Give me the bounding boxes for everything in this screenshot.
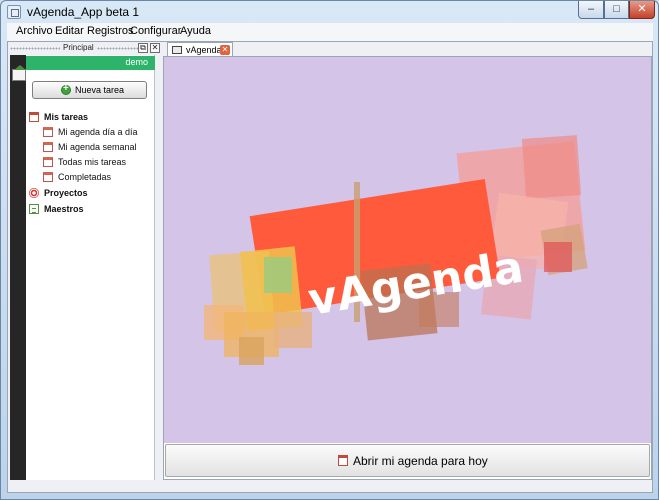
tab-vagenda[interactable]: vAgenda ✕ [167, 42, 233, 57]
calendar-icon [338, 455, 348, 466]
menu-editar[interactable]: Editar [55, 25, 84, 37]
document-icon [29, 204, 39, 214]
new-task-button[interactable]: Nueva tarea [32, 81, 147, 99]
tab-strip: vAgenda ✕ [163, 42, 652, 57]
splash-graphic: vAgenda [204, 135, 588, 365]
menu-registros[interactable]: Registros [87, 25, 133, 37]
tab-label: vAgenda [186, 45, 222, 55]
document-frame: vAgenda Abrir mi agenda para hoy [163, 56, 652, 480]
tree-item-label: Todas mis tareas [58, 157, 127, 167]
splash-canvas: vAgenda [164, 57, 651, 443]
window-title: vAgenda_App beta 1 [27, 5, 140, 19]
user-name: demo [125, 57, 148, 67]
dock-float-icon[interactable]: ⧉ [138, 43, 148, 53]
tree-item-agenda-semanal[interactable]: Mi agenda semanal [43, 141, 153, 155]
dock-close-icon[interactable]: ✕ [150, 43, 160, 53]
app-window: vAgenda_App beta 1 – □ ✕ Archivo Editar … [0, 0, 659, 500]
calendar-icon [43, 172, 53, 182]
open-today-agenda-label: Abrir mi agenda para hoy [353, 454, 488, 468]
menu-ayuda[interactable]: Ayuda [180, 25, 211, 37]
minimize-button[interactable]: – [578, 1, 604, 19]
client-area: Principal ⧉ ✕ demo Nueva tarea Mis tarea… [7, 41, 653, 493]
tree-item-label: Mi agenda semanal [58, 142, 137, 152]
tree-item-label: Completadas [58, 172, 112, 182]
dock-header[interactable]: Principal ⧉ ✕ [10, 43, 160, 54]
navigation-panel: demo Nueva tarea Mis tareas Mi agenda dí… [26, 55, 155, 480]
dock-title: Principal [60, 43, 97, 52]
tree-item-label: Mis tareas [44, 112, 89, 122]
menu-configurar[interactable]: Configurar [130, 25, 181, 37]
new-task-label: Nueva tarea [75, 85, 125, 95]
target-icon [29, 188, 39, 198]
tree-item-agenda-dia[interactable]: Mi agenda día a día [43, 126, 153, 140]
app-icon[interactable] [7, 5, 21, 19]
tree-item-todas-tareas[interactable]: Todas mis tareas [43, 156, 153, 170]
title-bar[interactable]: vAgenda_App beta 1 – □ ✕ [1, 1, 658, 23]
add-icon [61, 83, 71, 95]
side-strip [10, 55, 26, 480]
close-button[interactable]: ✕ [629, 1, 655, 19]
tree-item-label: Mi agenda día a día [58, 127, 138, 137]
user-bar: demo [26, 56, 155, 70]
maximize-button[interactable]: □ [604, 1, 629, 19]
menu-bar: Archivo Editar Registros Configurar Ayud… [7, 23, 653, 41]
home-icon[interactable] [12, 65, 26, 81]
tree-item-label: Maestros [44, 204, 84, 214]
tree-item-mis-tareas[interactable]: Mis tareas [29, 111, 149, 125]
tree-item-proyectos[interactable]: Proyectos [29, 187, 149, 201]
open-today-agenda-button[interactable]: Abrir mi agenda para hoy [165, 444, 650, 477]
calendar-icon [29, 112, 39, 122]
window-icon [172, 46, 182, 54]
tab-close-icon[interactable]: ✕ [220, 45, 230, 55]
tree-item-maestros[interactable]: Maestros [29, 203, 149, 217]
status-strip [8, 481, 652, 492]
menu-archivo[interactable]: Archivo [16, 25, 53, 37]
decorative-squares-left [204, 246, 312, 365]
calendar-icon [43, 142, 53, 152]
calendar-icon [43, 127, 53, 137]
tree-item-label: Proyectos [44, 188, 88, 198]
calendar-icon [43, 157, 53, 167]
tree-item-completadas[interactable]: Completadas [43, 171, 153, 185]
